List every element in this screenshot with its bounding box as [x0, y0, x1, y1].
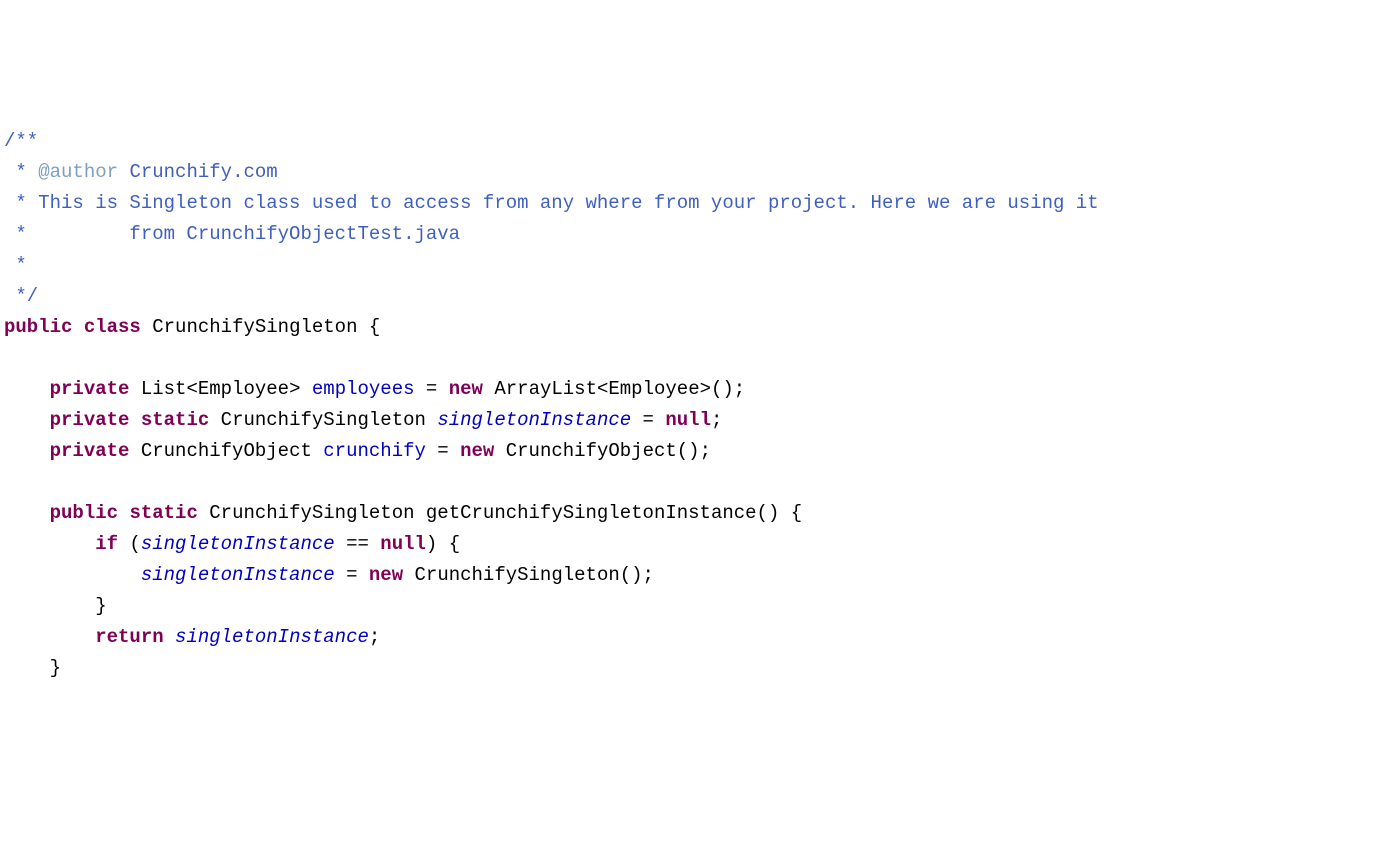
- keyword-static: static: [141, 409, 209, 431]
- keyword-public: public: [50, 502, 118, 524]
- keyword-public: public: [4, 316, 72, 338]
- keyword-return: return: [95, 626, 163, 648]
- javadoc-close: */: [4, 285, 38, 307]
- code-block: /** * @author Crunchify.com * This is Si…: [4, 126, 1376, 684]
- keyword-null: null: [665, 409, 711, 431]
- javadoc-star: *: [4, 223, 129, 245]
- semicolon: ;: [711, 409, 722, 431]
- semicolon: ;: [369, 626, 380, 648]
- javadoc-open: /**: [4, 130, 38, 152]
- keyword-new: new: [460, 440, 494, 462]
- javadoc-star: *: [4, 254, 38, 276]
- equals: =: [335, 564, 369, 586]
- javadoc-star: *: [4, 161, 38, 183]
- constructor-crunchifysingleton: CrunchifySingleton();: [415, 564, 654, 586]
- equals: =: [426, 440, 460, 462]
- field-crunchify: crunchify: [323, 440, 426, 462]
- javadoc-author-name: Crunchify.com: [118, 161, 278, 183]
- field-employees: employees: [312, 378, 415, 400]
- equals: =: [631, 409, 665, 431]
- equals: =: [415, 378, 449, 400]
- keyword-new: new: [369, 564, 403, 586]
- keyword-static: static: [129, 502, 197, 524]
- field-singletoninstance: singletonInstance: [175, 626, 369, 648]
- brace-close: }: [95, 595, 106, 617]
- class-name: CrunchifySingleton: [152, 316, 357, 338]
- keyword-class: class: [84, 316, 141, 338]
- paren-open: (: [118, 533, 141, 555]
- type-crunchifysingleton: CrunchifySingleton: [221, 409, 426, 431]
- javadoc-tag-author: @author: [38, 161, 118, 183]
- field-singletoninstance: singletonInstance: [437, 409, 631, 431]
- equals-equals: ==: [335, 533, 381, 555]
- constructor-arraylist: ArrayList<Employee>();: [494, 378, 745, 400]
- keyword-null: null: [380, 533, 426, 555]
- javadoc-description: This is Singleton class used to access f…: [38, 192, 1098, 214]
- keyword-new: new: [449, 378, 483, 400]
- brace-close: }: [50, 657, 61, 679]
- keyword-private: private: [50, 409, 130, 431]
- field-singletoninstance: singletonInstance: [141, 533, 335, 555]
- paren-close-brace: ) {: [426, 533, 460, 555]
- type-crunchifyobject: CrunchifyObject: [141, 440, 312, 462]
- keyword-private: private: [50, 378, 130, 400]
- type-list: List<Employee>: [141, 378, 301, 400]
- brace-open: {: [791, 502, 802, 524]
- type-crunchifysingleton: CrunchifySingleton: [209, 502, 414, 524]
- javadoc-star: *: [4, 192, 38, 214]
- keyword-if: if: [95, 533, 118, 555]
- javadoc-description: from CrunchifyObjectTest.java: [129, 223, 460, 245]
- brace-open: {: [369, 316, 380, 338]
- field-singletoninstance: singletonInstance: [141, 564, 335, 586]
- constructor-crunchifyobject: CrunchifyObject();: [506, 440, 711, 462]
- method-name: getCrunchifySingletonInstance(): [426, 502, 779, 524]
- keyword-private: private: [50, 440, 130, 462]
